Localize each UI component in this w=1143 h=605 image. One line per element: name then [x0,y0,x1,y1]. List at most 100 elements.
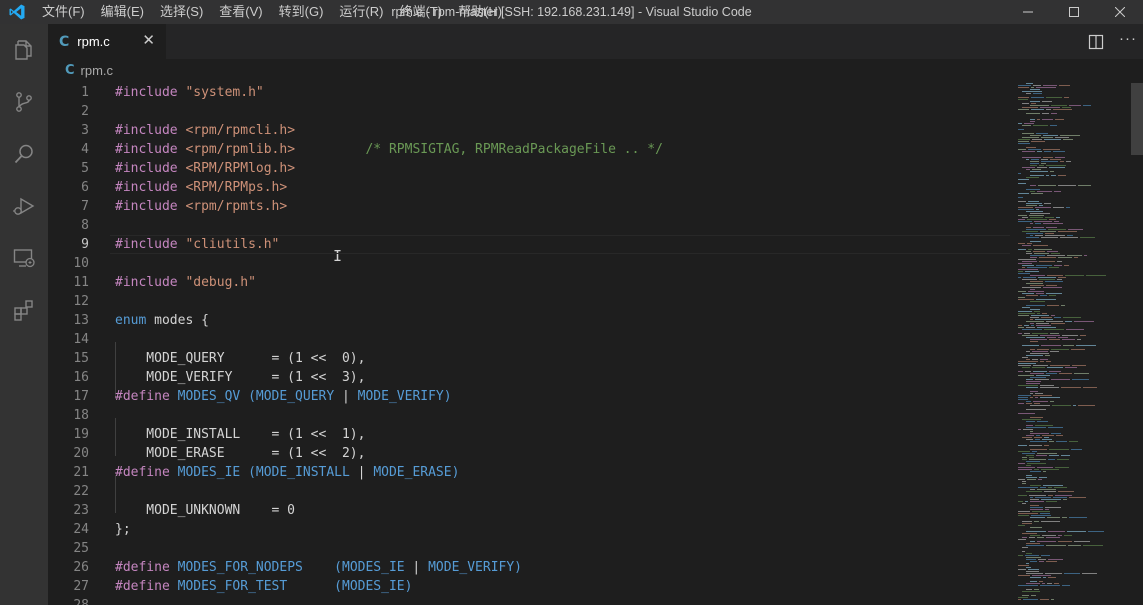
code-line[interactable]: 17 #define MODES_QV (MODE_QUERY | MODE_VE… [48,387,1008,406]
menu-item[interactable]: 查看(V) [211,0,270,24]
minimap-line [1030,405,1050,406]
minimap-line [1068,545,1081,546]
minimap-line [1055,137,1069,138]
minimap-line [1026,113,1040,114]
code-line[interactable]: 1 #include "system.h" [48,83,1008,102]
code-line[interactable]: 13 enum modes { [48,311,1008,330]
menu-item[interactable]: 终端(T) [391,0,450,24]
minimap-line [1026,403,1032,404]
code-line[interactable]: 11 #include "debug.h" [48,273,1008,292]
code-line[interactable]: 20 MODE_ERASE = (1 << 2), [48,444,1008,463]
minimap-line [1040,231,1056,232]
minimap-line [1039,561,1044,562]
minimap-line [1030,509,1043,510]
code-line[interactable]: 7 #include <rpm/rpmts.h> [48,197,1008,216]
code-line[interactable]: 23 MODE_UNKNOWN = 0 [48,501,1008,520]
extensions-icon[interactable] [12,298,36,322]
tab-close-icon[interactable]: ✕ [142,33,155,49]
split-editor-icon[interactable] [1088,34,1104,50]
menu-item[interactable]: 转到(G) [271,0,332,24]
code-line[interactable]: 18 [48,406,1008,425]
menu-item[interactable]: 选择(S) [152,0,211,24]
code-line[interactable]: 6 #include <RPM/RPMps.h> [48,178,1008,197]
minimap-line [1039,261,1055,262]
minimap[interactable] [1014,81,1130,605]
source-control-icon[interactable] [12,90,36,114]
code-token: #include [115,237,178,252]
code-line[interactable]: 2 [48,102,1008,121]
close-window-button[interactable] [1097,0,1143,24]
code-line[interactable]: 24}; [48,520,1008,539]
minimap-line [1033,371,1047,372]
minimap-line [1030,217,1043,218]
minimap-line [1018,501,1023,502]
line-number: 12 [73,294,89,309]
scrollbar-thumb[interactable] [1131,83,1143,155]
minimap-line [1018,429,1021,430]
code-line[interactable]: 15 MODE_QUERY = (1 << 0), [48,349,1008,368]
minimap-line [1045,573,1062,574]
code-line[interactable]: 22 [48,482,1008,501]
code-line[interactable]: 25 [48,539,1008,558]
code-line[interactable]: 27 #define MODES_FOR_TEST (MODES_IE) [48,577,1008,596]
remote-explorer-icon[interactable] [12,246,36,270]
minimap-line [1030,257,1037,258]
minimap-line [1026,305,1045,306]
code-line[interactable]: 8 [48,216,1008,235]
minimap-line [1022,231,1038,232]
minimap-line [1045,235,1065,236]
code-line[interactable]: 9 #include "cliutils.h" [48,235,1010,254]
code-text: #define MODES_QV (MODE_QUERY | MODE_VERI… [115,387,452,406]
code-token: #define [115,560,170,575]
minimap-line [1062,339,1075,340]
minimap-line [1022,265,1034,266]
minimap-line [1022,537,1027,538]
minimap-line [1018,555,1023,556]
code-line[interactable]: 10 [48,254,1008,273]
code-line[interactable]: 3 #include <rpm/rpmcli.h> [48,121,1008,140]
code-line[interactable]: 5 #include <RPM/RPMlog.h> [48,159,1008,178]
menu-item[interactable]: 编辑(E) [93,0,152,24]
minimize-button[interactable] [1005,0,1051,24]
minimap-line [1030,281,1043,282]
minimap-line [1030,255,1045,256]
code-editor[interactable]: I 1 #include "system.h" 2 3 #include <rpm/rp… [48,81,1143,605]
minimap-line [1030,323,1034,324]
minimap-line [1018,219,1025,220]
minimap-line [1058,535,1062,536]
minimap-line [1045,355,1050,356]
code-line[interactable]: 4 #include <rpm/rpmlib.h> /* RPMSIGTAG, R… [48,140,1008,159]
minimap-line [1030,507,1043,508]
line-number: 16 [73,370,89,385]
search-icon[interactable] [12,142,36,166]
menu-item[interactable]: 运行(R) [331,0,391,24]
minimap-line [1047,275,1063,276]
code-line[interactable]: 21 #define MODES_IE (MODE_INSTALL | MODE_… [48,463,1008,482]
code-line[interactable]: 26 #define MODES_FOR_NODEPS (MODES_IE | M… [48,558,1008,577]
minimap-line [1028,249,1032,250]
code-line[interactable]: 16 MODE_VERIFY = (1 << 3), [48,368,1008,387]
minimap-line [1051,323,1065,324]
maximize-button[interactable] [1051,0,1097,24]
vscode-logo-icon[interactable] [8,3,26,21]
minimap-line [1055,119,1064,120]
run-debug-icon[interactable] [12,194,36,218]
explorer-icon[interactable] [12,38,36,62]
breadcrumb-item[interactable]: rpm.c [81,63,114,78]
code-line[interactable]: 14 [48,330,1008,349]
tab-rpm-c[interactable]: C rpm.c ✕ [48,24,166,59]
code-line[interactable]: 12 [48,292,1008,311]
minimap-line [1030,397,1033,398]
vertical-scrollbar[interactable] [1130,81,1143,605]
menu-item[interactable]: 帮助(H) [450,0,510,24]
code-token: <RPM/RPMlog.h> [177,161,296,176]
line-number: 11 [73,275,89,290]
code-line[interactable]: 19 MODE_INSTALL = (1 << 1), [48,425,1008,444]
code-line[interactable]: 28 [48,596,1008,605]
minimap-line [1031,193,1043,194]
minimap-line [1058,231,1077,232]
more-actions-icon[interactable]: ··· [1119,30,1137,47]
line-number: 20 [73,446,89,461]
minimap-line [1084,255,1087,256]
menu-item[interactable]: 文件(F) [34,0,93,24]
